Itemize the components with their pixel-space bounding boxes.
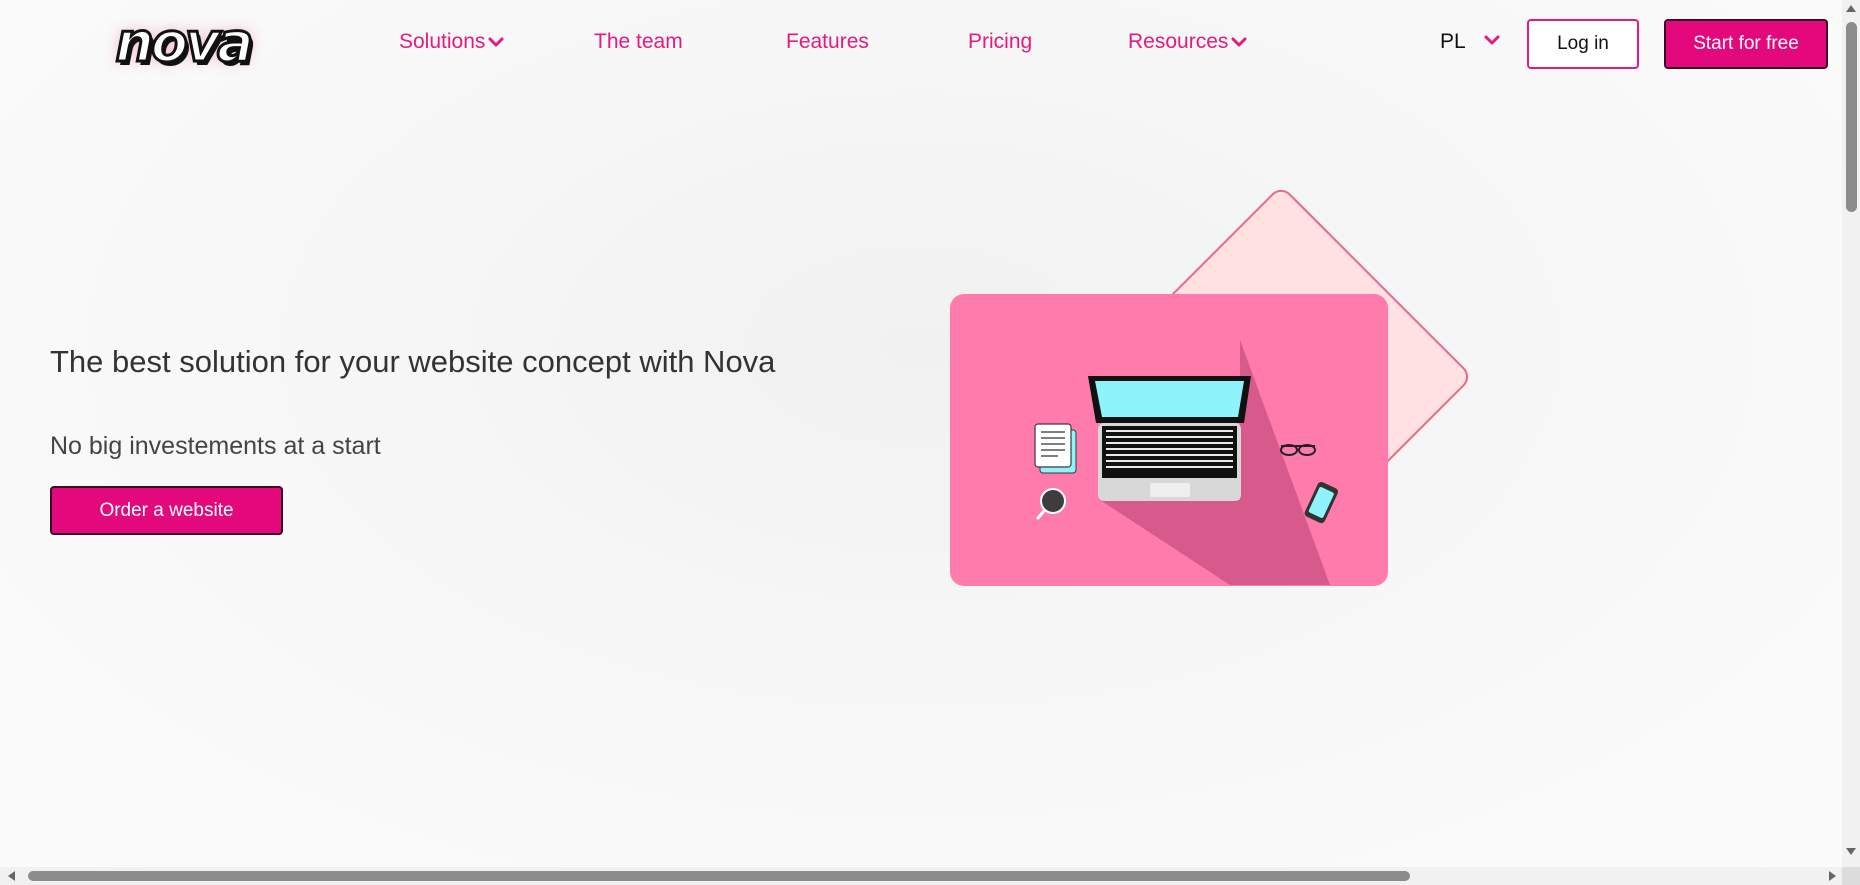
document-icon xyxy=(1034,423,1077,474)
nav-resources-label: Resources xyxy=(1128,30,1229,53)
hero-subtitle: No big investements at a start xyxy=(50,432,381,460)
horizontal-scrollbar[interactable] xyxy=(0,867,1842,885)
scroll-down-arrow-icon[interactable] xyxy=(1846,848,1856,855)
order-website-button[interactable]: Order a website xyxy=(50,486,283,535)
scroll-up-arrow-icon[interactable] xyxy=(1846,5,1856,12)
page: nova Solutions The team Features Pricing… xyxy=(0,0,1842,867)
chevron-down-icon[interactable] xyxy=(1482,32,1502,50)
scroll-left-arrow-icon[interactable] xyxy=(8,871,15,881)
language-selector[interactable]: PL xyxy=(1440,30,1466,54)
chevron-down-icon xyxy=(488,37,504,47)
horizontal-scroll-thumb[interactable] xyxy=(28,871,1410,881)
logo-text: nova xyxy=(114,11,255,74)
nav-the-team[interactable]: The team xyxy=(594,30,683,54)
nav-the-team-label: The team xyxy=(594,30,683,53)
nav-pricing-label: Pricing xyxy=(968,30,1033,53)
nav-pricing[interactable]: Pricing xyxy=(968,30,1032,54)
nova-logo[interactable]: nova xyxy=(102,11,264,74)
login-button[interactable]: Log in xyxy=(1527,19,1639,69)
scroll-right-arrow-icon[interactable] xyxy=(1829,871,1836,881)
start-for-free-button[interactable]: Start for free xyxy=(1664,19,1828,69)
nav-solutions[interactable]: Solutions xyxy=(399,30,505,54)
chevron-down-icon xyxy=(1231,37,1247,47)
laptop-illustration xyxy=(1088,376,1251,501)
nav-resources[interactable]: Resources xyxy=(1128,30,1248,54)
hero-title: The best solution for your website conce… xyxy=(50,344,776,379)
nav-solutions-label: Solutions xyxy=(399,30,486,53)
vertical-scroll-thumb[interactable] xyxy=(1846,22,1857,212)
hero-illustration xyxy=(950,189,1469,586)
nav-features-label: Features xyxy=(786,30,869,53)
nav-features[interactable]: Features xyxy=(786,30,869,54)
vertical-scrollbar[interactable] xyxy=(1842,0,1860,867)
scrollbar-corner xyxy=(1842,867,1860,885)
